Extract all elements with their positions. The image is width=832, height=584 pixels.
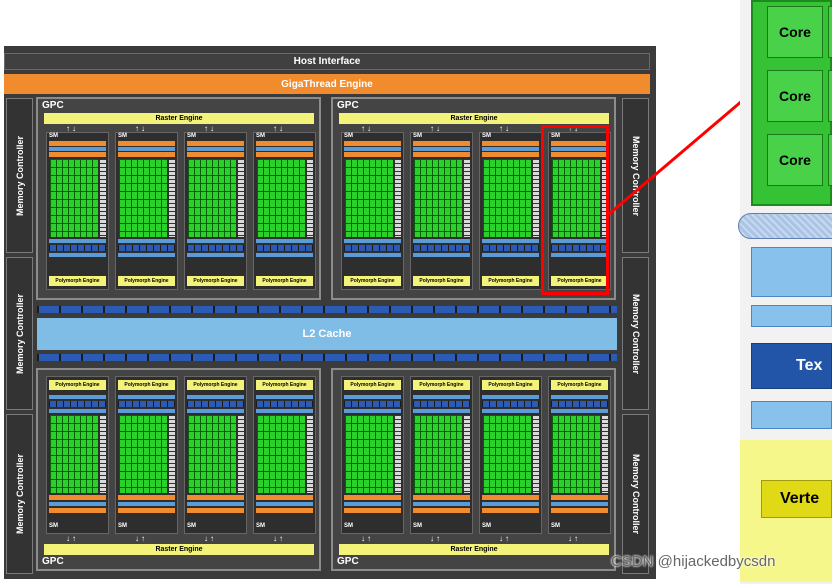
zoom-core: Core	[767, 6, 823, 58]
callout-line	[608, 82, 763, 216]
zoom-core-partial	[828, 6, 832, 58]
fermi-architecture-diagram: Host Interface GigaThread Engine Memory …	[0, 0, 832, 584]
zoom-core: Core	[767, 70, 823, 122]
zoom-texture-unit: Tex	[751, 343, 832, 389]
zoom-core: Core	[767, 134, 823, 186]
zoom-cache-block	[751, 305, 832, 327]
zoom-core-partial	[828, 70, 832, 122]
zoom-texture-cache	[751, 401, 832, 429]
zoom-interconnect	[738, 213, 832, 239]
zoom-cache-block	[751, 247, 832, 297]
zoom-core-partial	[828, 134, 832, 186]
watermark: CSDN @hijackedbycsdn	[611, 553, 776, 570]
zoom-vertex-fetch: Verte	[761, 480, 832, 518]
